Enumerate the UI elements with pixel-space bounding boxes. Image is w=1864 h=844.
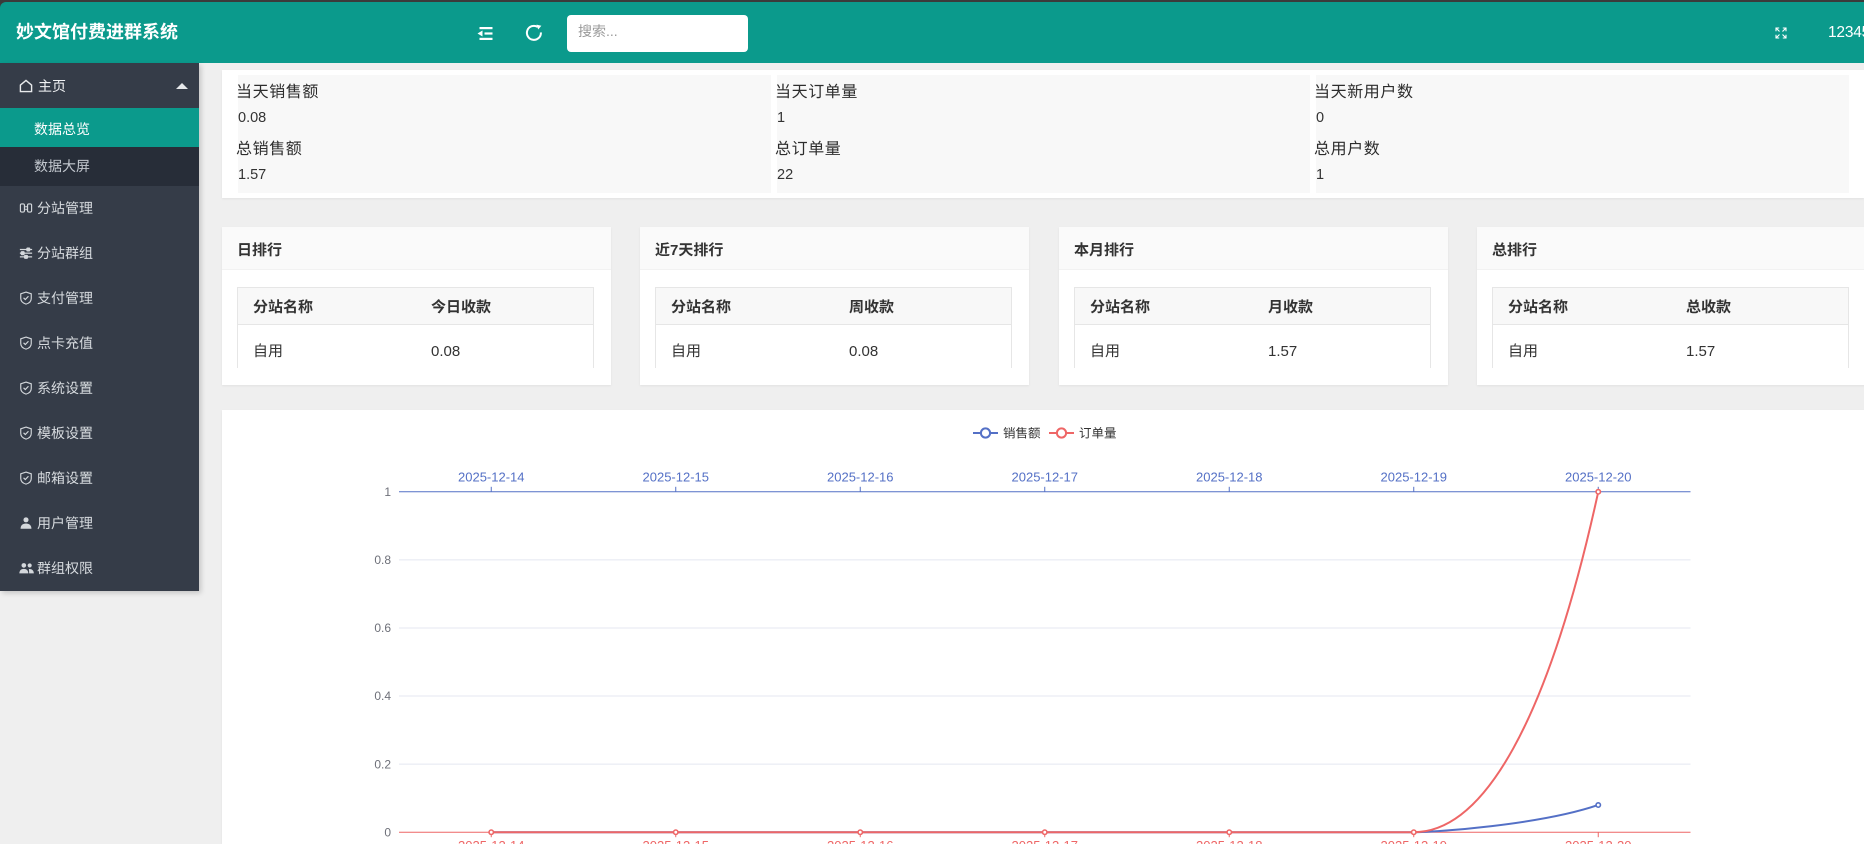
svg-text:2025-12-18: 2025-12-18 (1196, 838, 1263, 844)
svg-text:2025-12-20: 2025-12-20 (1565, 838, 1632, 844)
svg-text:2025-12-19: 2025-12-19 (1381, 470, 1448, 485)
svg-text:2025-12-14: 2025-12-14 (458, 838, 525, 844)
svg-text:0.2: 0.2 (374, 757, 391, 771)
svg-text:2025-12-16: 2025-12-16 (827, 470, 894, 485)
svg-text:1: 1 (384, 485, 391, 499)
svg-text:0: 0 (384, 825, 391, 839)
svg-text:销售额: 销售额 (1003, 427, 1041, 441)
svg-text:2025-12-16: 2025-12-16 (827, 838, 894, 844)
svg-text:0.4: 0.4 (374, 689, 391, 703)
svg-text:2025-12-19: 2025-12-19 (1381, 838, 1448, 844)
svg-text:2025-12-17: 2025-12-17 (1012, 470, 1079, 485)
svg-text:2025-12-20: 2025-12-20 (1565, 470, 1632, 485)
svg-text:2025-12-15: 2025-12-15 (643, 838, 710, 844)
svg-text:2025-12-17: 2025-12-17 (1012, 838, 1079, 844)
svg-text:0.6: 0.6 (374, 621, 391, 635)
svg-text:0.8: 0.8 (374, 553, 391, 567)
svg-text:订单量: 订单量 (1079, 427, 1117, 441)
svg-text:2025-12-14: 2025-12-14 (458, 470, 525, 485)
svg-text:2025-12-15: 2025-12-15 (643, 470, 710, 485)
svg-text:2025-12-18: 2025-12-18 (1196, 470, 1263, 485)
